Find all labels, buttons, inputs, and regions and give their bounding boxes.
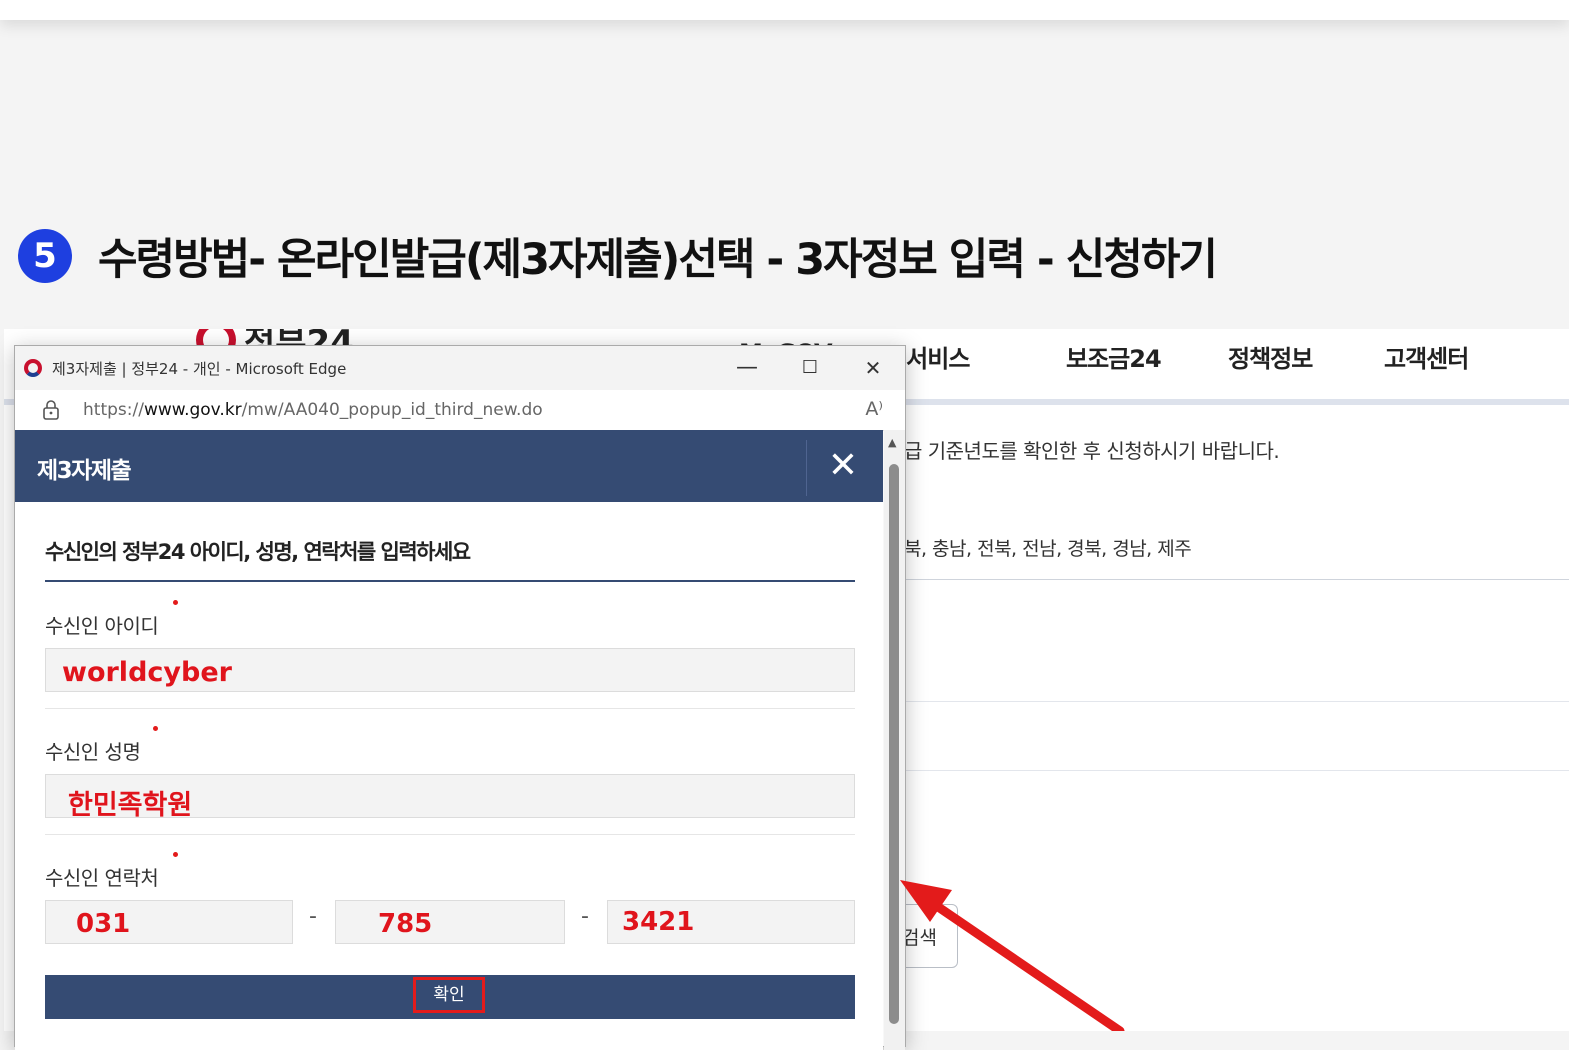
phone-separator: - [581,904,589,929]
top-strip [0,0,1569,20]
site-divider [904,701,1569,702]
recipient-name-label: 수신인 성명 [45,740,141,764]
popup-header: 제3자제출 ✕ [15,430,883,502]
window-close-icon[interactable]: ✕ [853,354,893,382]
window-title: 제3자제출 | 정부24 - 개인 - Microsoft Edge [52,360,347,378]
popup-title: 제3자제출 [37,458,132,484]
url-host: www.gov.kr [143,400,242,420]
nav-item-policy[interactable]: 정책정보 [1228,339,1313,374]
header-divider [806,440,807,496]
recipient-phone-label: 수신인 연락처 [45,866,159,890]
read-aloud-icon[interactable]: A⁾ [865,398,883,420]
phone-separator: - [309,904,317,929]
scroll-thumb[interactable] [889,464,899,1024]
recipient-id-value: worldcyber [62,657,232,688]
lock-icon[interactable] [42,400,60,425]
url-text[interactable]: https://www.gov.kr/mw/AA040_popup_id_thi… [83,400,543,420]
window-titlebar[interactable]: 제3자제출 | 정부24 - 개인 - Microsoft Edge — ☐ ✕ [15,346,905,390]
scroll-up-arrow-icon[interactable]: ▲ [888,436,896,449]
site-regions-text: 북, 충남, 전북, 전남, 경북, 경남, 제주 [904,538,1192,560]
minimize-icon[interactable]: — [727,354,767,382]
site-notice-text: 급 기준년도를 확인한 후 신청하시기 바랍니다. [904,439,1280,463]
required-dot [153,726,158,731]
popup-scrollbar[interactable]: ▲ [884,430,905,1050]
row-separator [45,834,855,835]
maximize-icon[interactable]: ☐ [790,354,830,382]
address-bar[interactable]: https://www.gov.kr/mw/AA040_popup_id_thi… [15,390,905,431]
site-divider [904,770,1569,771]
site-divider [904,579,1569,580]
phone-part1-input[interactable]: 031 [45,900,293,944]
required-dot [173,600,178,605]
phone-part1-value: 031 [76,909,131,939]
recipient-name-input[interactable]: 한민족학원 [45,774,855,821]
required-dot [173,852,178,857]
instruction-underline [45,580,855,582]
nav-item-subsidy[interactable]: 보조금24 [1066,339,1162,374]
step-number-badge: 5 [18,229,72,283]
popup-close-icon[interactable]: ✕ [823,444,863,488]
phone-part3-input[interactable]: 3421 [607,900,855,944]
nav-item-customer-center[interactable]: 고객센터 [1384,339,1469,374]
recipient-id-input[interactable]: worldcyber [45,648,855,692]
confirm-button[interactable]: 확인 [413,977,485,1013]
phone-part2-input[interactable]: 785 [335,900,565,944]
url-scheme: https:// [83,400,144,420]
row-separator [45,708,855,709]
phone-part3-value: 3421 [622,907,695,937]
step-heading: 5 수령방법- 온라인발급(제3자제출)선택 - 3자정보 입력 - 신청하기 [18,226,1218,286]
recipient-name-value: 한민족학원 [68,790,193,821]
phone-part2-value: 785 [378,909,433,939]
step-title: 수령방법- 온라인발급(제3자제출)선택 - 3자정보 입력 - 신청하기 [98,235,1218,285]
confirm-bar[interactable]: 확인 [45,975,855,1019]
url-path: /mw/AA040_popup_id_third_new.do [241,400,543,420]
popup-window: 제3자제출 | 정부24 - 개인 - Microsoft Edge — ☐ ✕… [14,345,906,1050]
gov-favicon-icon [24,359,42,377]
instruction-text: 수신인의 정부24 아이디, 성명, 연락처를 입력하세요 [45,540,471,564]
recipient-id-label: 수신인 아이디 [45,614,159,638]
popup-body: 제3자제출 ✕ 수신인의 정부24 아이디, 성명, 연락처를 입력하세요 수신… [15,430,883,1050]
